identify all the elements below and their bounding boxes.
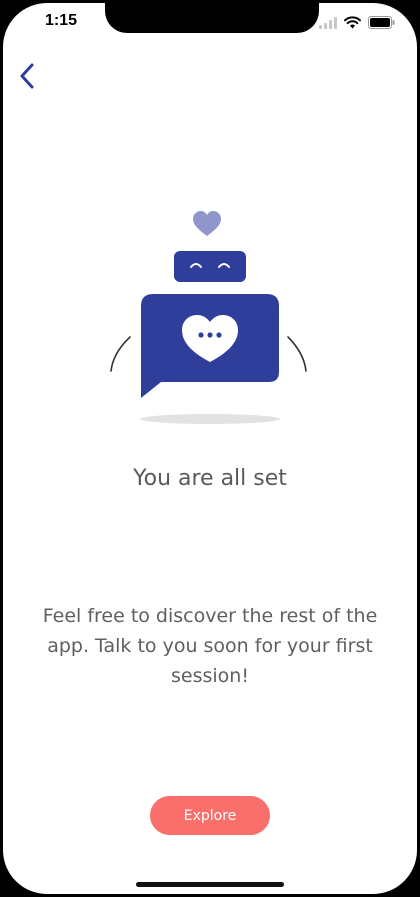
battery-icon bbox=[368, 14, 395, 33]
status-icons bbox=[319, 14, 395, 33]
app-screen: 1:15 You are all set Feel free to discov… bbox=[3, 3, 417, 894]
status-time: 1:15 bbox=[45, 12, 78, 29]
home-indicator bbox=[136, 882, 284, 887]
signal-icon bbox=[319, 14, 337, 33]
back-button[interactable] bbox=[13, 61, 41, 95]
chevron-left-icon bbox=[19, 63, 35, 93]
description-text: Feel free to discover the rest of the ap… bbox=[42, 605, 378, 687]
explore-button[interactable]: Explore bbox=[150, 796, 270, 835]
notch bbox=[105, 3, 319, 33]
wifi-icon bbox=[344, 14, 361, 33]
page-title: You are all set bbox=[133, 466, 287, 491]
chat-bot-illustration bbox=[103, 208, 315, 432]
device-frame: 1:15 You are all set Feel free to discov… bbox=[0, 0, 420, 897]
chat-bot-heart-icon bbox=[110, 211, 307, 424]
